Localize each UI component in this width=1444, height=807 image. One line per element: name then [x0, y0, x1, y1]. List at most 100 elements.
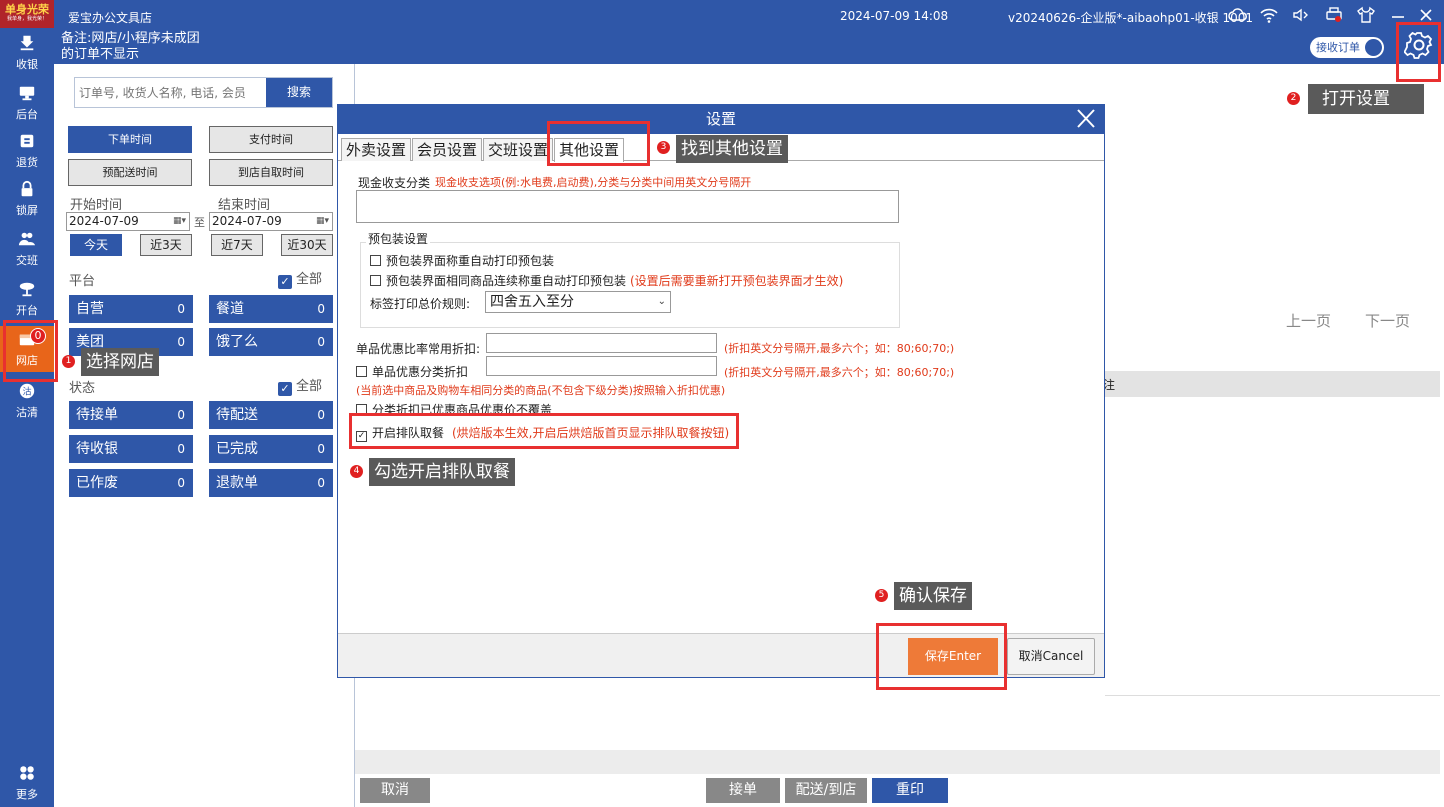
- platform-eleme[interactable]: 饿了么 0: [209, 328, 333, 356]
- status-name: 已完成: [216, 441, 258, 457]
- label-price-rule-select[interactable]: 四舍五入至分 ⌄: [485, 291, 671, 313]
- sidebar-item-backend[interactable]: 后台: [0, 80, 54, 126]
- search-button[interactable]: 搜索: [266, 78, 332, 107]
- cloud-icon[interactable]: [1228, 5, 1250, 25]
- status-pending-delivery[interactable]: 待配送 0: [209, 401, 333, 429]
- item-discount-label: 单品优惠比率常用折扣:: [356, 342, 481, 356]
- platform-name: 餐道: [216, 301, 244, 317]
- last-3-days-button[interactable]: 近3天: [140, 234, 192, 256]
- checkbox-box: [370, 255, 381, 266]
- next-page-link[interactable]: 下一页: [1365, 310, 1410, 331]
- settings-dialog: 设置 外卖设置 会员设置 交班设置 其他设置 现金收支分类 现金收支选项(例:水…: [337, 104, 1105, 678]
- current-datetime: 2024-07-09 14:08: [840, 9, 949, 23]
- calendar-dropdown-icon: ▦▾: [172, 216, 186, 226]
- tip-open-settings: 打开设置: [1308, 84, 1424, 114]
- prepack-auto-print-checkbox[interactable]: 预包装界面称重自动打印预包装: [370, 252, 554, 269]
- platform-name: 饿了么: [216, 334, 258, 350]
- wifi-icon[interactable]: [1259, 5, 1281, 25]
- status-completed[interactable]: 已完成 0: [209, 435, 333, 463]
- version-info: v20240626-企业版*-aibaohp01-收银 1001: [1008, 11, 1254, 25]
- search-input[interactable]: [75, 78, 268, 107]
- sidebar-item-return[interactable]: 退货: [0, 128, 54, 174]
- sidebar-item-open-table[interactable]: 开台: [0, 276, 54, 322]
- status-count: 0: [317, 442, 325, 456]
- top-bar: 爱宝办公文具店 备注:网店/小程序未成团 的订单不显示 2024-07-09 1…: [54, 0, 1444, 64]
- status-pending-accept[interactable]: 待接单 0: [69, 401, 193, 429]
- step-number: 3: [657, 141, 670, 154]
- step-number: 4: [350, 465, 363, 478]
- sidebar-item-label: 退货: [16, 156, 38, 169]
- order-time-button[interactable]: 下单时间: [68, 126, 192, 153]
- select-value: 四舍五入至分: [490, 294, 574, 310]
- last-30-days-button[interactable]: 近30天: [281, 234, 333, 256]
- check-icon: ✓: [278, 382, 292, 396]
- end-time-label: 结束时间: [218, 198, 271, 213]
- monitor-icon: [0, 84, 54, 106]
- status-voided[interactable]: 已作废 0: [69, 469, 193, 497]
- platform-count: 0: [177, 335, 185, 349]
- last-7-days-button[interactable]: 近7天: [211, 234, 263, 256]
- receive-orders-toggle[interactable]: 接收订单: [1310, 37, 1384, 58]
- shirt-icon[interactable]: [1356, 5, 1378, 25]
- deliver-pickup-button[interactable]: 配送/到店: [785, 778, 867, 803]
- platform-all-label: 全部: [296, 272, 323, 287]
- item-discount-input[interactable]: [486, 333, 717, 353]
- sidebar-item-label: 更多: [16, 788, 38, 801]
- pickup-time-button[interactable]: 到店自取时间: [209, 159, 333, 186]
- highlight-save-button: [876, 623, 1007, 690]
- prepack-continuous-print-checkbox[interactable]: 预包装界面相同商品连续称重自动打印预包装: [370, 272, 626, 289]
- highlight-other-settings-tab: [547, 121, 650, 166]
- cash-category-input[interactable]: [356, 190, 899, 223]
- platform-self-operated[interactable]: 自营 0: [69, 295, 193, 323]
- sidebar-item-label: 锁屏: [16, 204, 38, 217]
- delivery-time-button[interactable]: 预配送时间: [68, 159, 192, 186]
- reprint-button[interactable]: 重印: [872, 778, 948, 803]
- step-number: 2: [1287, 92, 1300, 105]
- sidebar-item-label: 后台: [16, 108, 38, 121]
- pay-time-button[interactable]: 支付时间: [209, 126, 333, 153]
- sidebar-item-more[interactable]: 更多: [0, 760, 54, 806]
- category-discount-checkbox[interactable]: 单品优惠分类折扣: [356, 363, 468, 380]
- left-rail: 单身光荣 我单身，我光荣！ 收银 后台 退货 锁屏 交班 开台 网店 0 沽 沽…: [0, 0, 54, 807]
- volume-icon[interactable]: [1291, 5, 1313, 25]
- tab-shift-settings[interactable]: 交班设置: [483, 138, 554, 161]
- accept-order-button[interactable]: 接单: [706, 778, 780, 803]
- tip-find-other-settings: 找到其他设置: [676, 135, 788, 163]
- status-all-checkbox[interactable]: ✓ 全部: [278, 375, 322, 396]
- platform-count: 0: [317, 335, 325, 349]
- category-discount-note: (当前选中商品及购物车相同分类的商品(不包含下级分类)按照输入折扣优惠): [356, 384, 726, 397]
- category-discount-input[interactable]: [486, 356, 717, 376]
- sidebar-item-cashier[interactable]: 收银: [0, 30, 54, 76]
- status-label: 状态: [69, 381, 96, 396]
- download-icon: [0, 34, 54, 56]
- sidebar-item-shift[interactable]: 交班: [0, 226, 54, 272]
- end-date-picker[interactable]: 2024-07-09 ▦▾: [209, 212, 333, 231]
- sidebar-item-sold-out[interactable]: 沽 沽清: [0, 378, 54, 424]
- return-icon: [0, 132, 54, 154]
- prepack-group-title: 预包装设置: [366, 230, 431, 247]
- category-discount-hint: (折扣英文分号隔开,最多六个；如：80;60;70;): [724, 366, 955, 379]
- lock-icon: [0, 180, 54, 202]
- step-number: 1: [62, 355, 75, 368]
- printer-icon[interactable]: [1324, 5, 1346, 25]
- status-count: 0: [177, 476, 185, 490]
- platform-all-checkbox[interactable]: ✓ 全部: [278, 268, 322, 289]
- dining-icon: [0, 280, 54, 302]
- sidebar-item-lock[interactable]: 锁屏: [0, 176, 54, 222]
- cancel-button[interactable]: 取消Cancel: [1007, 638, 1095, 675]
- today-button[interactable]: 今天: [70, 234, 122, 256]
- checkbox-label: 预包装界面相同商品连续称重自动打印预包装: [386, 274, 627, 288]
- tab-member-settings[interactable]: 会员设置: [412, 138, 483, 161]
- status-pending-checkout[interactable]: 待收银 0: [69, 435, 193, 463]
- chevron-down-icon: ⌄: [657, 296, 666, 307]
- tab-takeout-settings[interactable]: 外卖设置: [341, 138, 412, 161]
- status-refund[interactable]: 退款单 0: [209, 469, 333, 497]
- sidebar-item-label: 交班: [16, 254, 38, 267]
- cancel-order-button[interactable]: 取消: [360, 778, 430, 803]
- receive-orders-label: 接收订单: [1316, 41, 1360, 54]
- sold-out-icon: 沽: [0, 382, 54, 404]
- close-icon[interactable]: [1068, 105, 1104, 134]
- platform-candao[interactable]: 餐道 0: [209, 295, 333, 323]
- start-date-picker[interactable]: 2024-07-09 ▦▾: [66, 212, 190, 231]
- prev-page-link[interactable]: 上一页: [1286, 310, 1331, 331]
